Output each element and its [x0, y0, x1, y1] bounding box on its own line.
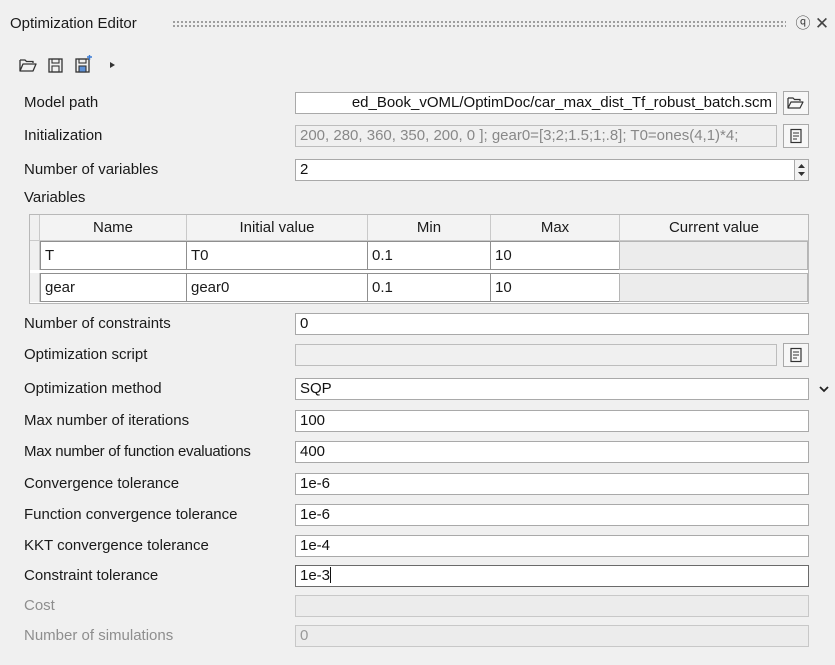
table-cell	[619, 273, 808, 302]
table-cell[interactable]: T	[40, 241, 187, 270]
open-folder-icon[interactable]	[18, 54, 38, 76]
optimization-method-select[interactable]: SQP	[295, 378, 809, 400]
column-header-name[interactable]: Name	[40, 215, 187, 241]
table-cell	[619, 241, 808, 270]
constraint-tolerance-input[interactable]: 1e-3	[295, 565, 809, 587]
model-path-field[interactable]: ed_Book_vOML/OptimDoc/car_max_dist_Tf_ro…	[295, 92, 777, 114]
max-function-evaluations-label: Max number of function evaluations	[24, 443, 251, 460]
number-of-constraints-label: Number of constraints	[24, 315, 171, 332]
script-icon	[790, 128, 802, 144]
table-cell[interactable]: 0.1	[367, 241, 491, 270]
variables-table: Name Initial value Min Max Current value…	[29, 214, 809, 304]
edit-script-button[interactable]	[783, 343, 809, 367]
table-cell[interactable]: 10	[490, 241, 620, 270]
initialization-label: Initialization	[24, 127, 103, 144]
convergence-tolerance-label: Convergence tolerance	[24, 475, 180, 492]
variables-label: Variables	[24, 189, 86, 206]
text-cursor	[330, 567, 332, 583]
title-bar: Optimization Editor ⓠ ✕	[0, 12, 835, 36]
column-header-max[interactable]: Max	[491, 215, 620, 241]
constraint-tolerance-value: 1e-3	[300, 567, 331, 584]
help-icon[interactable]: ⓠ	[793, 14, 813, 34]
initialization-value: 200, 280, 360, 350, 200, 0 ]; gear0=[3;2…	[300, 127, 739, 144]
number-of-simulations-field: 0	[295, 625, 809, 647]
table-cell[interactable]: 0.1	[367, 273, 491, 302]
number-of-constraints-value: 0	[300, 315, 309, 332]
number-of-variables-value: 2	[300, 161, 309, 178]
number-of-variables-label: Number of variables	[24, 161, 159, 178]
browse-model-button[interactable]	[783, 91, 809, 115]
variables-spinner[interactable]	[794, 159, 809, 181]
function-convergence-tolerance-value: 1e-6	[300, 506, 331, 523]
panel-title: Optimization Editor	[10, 15, 137, 32]
optimization-method-label: Optimization method	[24, 380, 162, 397]
table-cell[interactable]: 10	[490, 273, 620, 302]
row-header[interactable]	[30, 273, 40, 302]
model-path-value: ed_Book_vOML/OptimDoc/car_max_dist_Tf_ro…	[351, 94, 772, 111]
max-iterations-input[interactable]: 100	[295, 410, 809, 432]
column-header-min[interactable]: Min	[368, 215, 491, 241]
kkt-convergence-tolerance-value: 1e-4	[300, 537, 331, 554]
max-iterations-label: Max number of iterations	[24, 412, 190, 429]
table-cell[interactable]: T0	[186, 241, 368, 270]
edit-initialization-button[interactable]	[783, 124, 809, 148]
save-as-icon[interactable]	[74, 54, 94, 76]
table-cell[interactable]: gear	[40, 273, 187, 302]
drag-handle[interactable]	[172, 20, 786, 28]
open-folder-icon	[787, 97, 804, 109]
kkt-convergence-tolerance-label: KKT convergence tolerance	[24, 537, 209, 554]
max-function-evaluations-value: 400	[300, 443, 326, 460]
number-of-simulations-label: Number of simulations	[24, 627, 174, 644]
kkt-convergence-tolerance-input[interactable]: 1e-4	[295, 535, 809, 557]
column-header-initial-value[interactable]: Initial value	[187, 215, 368, 241]
initialization-field[interactable]: 200, 280, 360, 350, 200, 0 ]; gear0=[3;2…	[295, 125, 777, 147]
number-of-variables-input[interactable]: 2	[295, 159, 807, 181]
convergence-tolerance-input[interactable]: 1e-6	[295, 473, 809, 495]
save-icon[interactable]	[46, 54, 66, 76]
constraint-tolerance-label: Constraint tolerance	[24, 567, 159, 584]
model-path-label: Model path	[24, 94, 99, 111]
max-iterations-value: 100	[300, 412, 326, 429]
row-header[interactable]	[30, 241, 40, 270]
cost-field	[295, 595, 809, 617]
number-of-simulations-value: 0	[300, 627, 309, 644]
corner-cell[interactable]	[30, 215, 40, 241]
optimization-script-field[interactable]	[295, 344, 777, 366]
max-function-evaluations-input[interactable]: 400	[295, 441, 809, 463]
function-convergence-tolerance-input[interactable]: 1e-6	[295, 504, 809, 526]
chevron-down-icon[interactable]	[818, 382, 830, 396]
spinner-arrows-icon	[798, 164, 805, 176]
optimization-method-value: SQP	[300, 380, 332, 397]
cost-label: Cost	[24, 597, 55, 614]
optimization-editor-panel: Optimization Editor ⓠ ✕ Model path ed_Bo…	[0, 0, 835, 665]
close-icon[interactable]: ✕	[812, 14, 832, 34]
script-icon	[790, 347, 802, 363]
run-icon[interactable]	[104, 54, 124, 76]
function-convergence-tolerance-label: Function convergence tolerance	[24, 506, 238, 523]
optimization-script-label: Optimization script	[24, 346, 148, 363]
table-cell[interactable]: gear0	[186, 273, 368, 302]
convergence-tolerance-value: 1e-6	[300, 475, 331, 492]
column-header-current-value[interactable]: Current value	[620, 215, 808, 241]
number-of-constraints-input[interactable]: 0	[295, 313, 809, 335]
